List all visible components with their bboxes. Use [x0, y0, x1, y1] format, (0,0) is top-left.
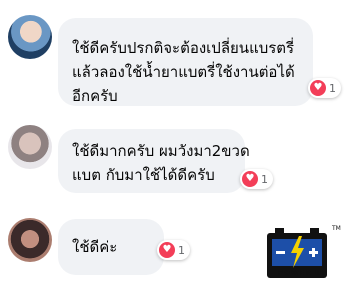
reaction-badge[interactable]: ♥ 1 [308, 78, 341, 98]
commenter-avatar[interactable] [8, 218, 52, 262]
reaction-count: 1 [178, 243, 185, 257]
trademark-mark: TM [331, 225, 341, 232]
brand-name: POWER UP [277, 269, 329, 277]
reaction-badge[interactable]: ♥ 1 [240, 169, 273, 189]
commenter-avatar[interactable] [8, 15, 52, 59]
comment-text-line: ใช้ดีครับปรกติจะต้องเปลี่ยนแบรตรี่ [72, 39, 295, 57]
heart-icon: ♥ [310, 80, 326, 96]
powerup-battery-logo: TM [267, 225, 341, 278]
comment-text-line: แล้วลองใช้น้ำยาแบตรี่ใช้งานต่อได้ [72, 63, 295, 81]
comment-text-line: แบต กับมาใช้ได้ดีครับ [72, 166, 215, 184]
comment-bubble: ใช้ดีครับปรกติจะต้องเปลี่ยนแบรตรี่ แล้วล… [58, 18, 313, 106]
comment-text-line: ใช้ดีค่ะ [72, 238, 118, 256]
comment-bubble: ใช้ดีมากครับ ผมวังมา2ขวด แบต กับมาใช้ได้… [58, 129, 250, 193]
reaction-badge[interactable]: ♥ 1 [157, 240, 190, 260]
comment-text-line: ใช้ดีมากครับ ผมวังมา2ขวด [72, 142, 250, 160]
comment-text-line: อีกครับ [72, 87, 118, 105]
heart-icon: ♥ [242, 171, 258, 187]
reaction-count: 1 [329, 81, 336, 95]
commenter-avatar[interactable] [8, 125, 52, 169]
reaction-count: 1 [261, 172, 268, 186]
heart-icon: ♥ [159, 242, 175, 258]
comment-bubble: ใช้ดีค่ะ [58, 219, 164, 275]
